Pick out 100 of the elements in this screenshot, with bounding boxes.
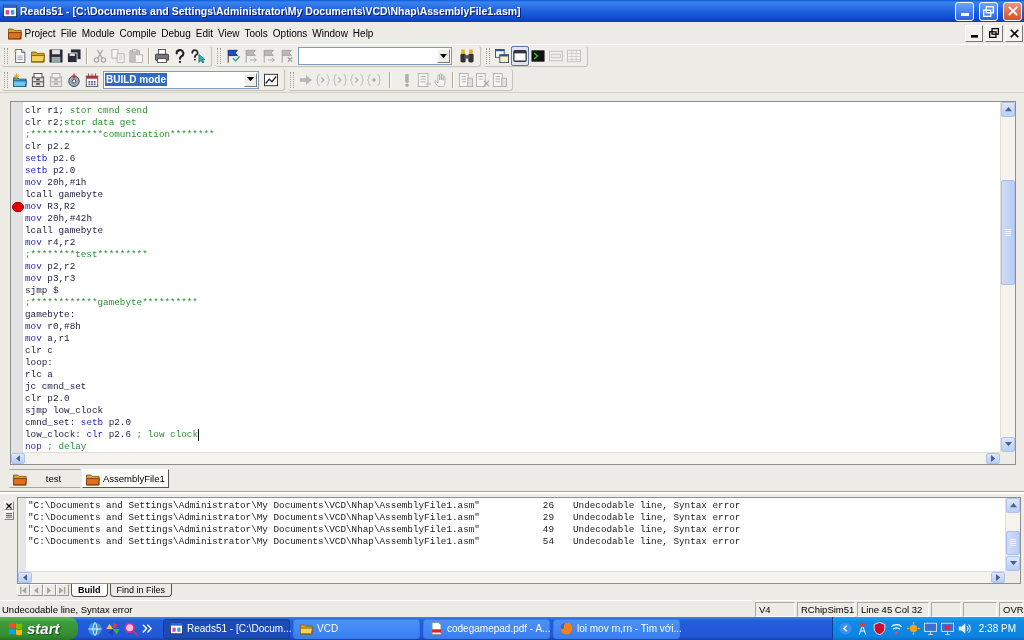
code-line: mov p3,r3 xyxy=(25,273,76,285)
menu-item[interactable]: Tools xyxy=(241,25,271,41)
dropdown-button[interactable] xyxy=(437,49,450,63)
chevron-left-icon[interactable] xyxy=(838,622,852,635)
bar-triangle-left-icon xyxy=(20,586,27,594)
error-message: Undecodable line, Syntax error xyxy=(573,500,742,512)
restore-button[interactable] xyxy=(985,24,1003,42)
horizontal-scrollbar[interactable] xyxy=(18,571,1005,583)
menu-item[interactable]: File xyxy=(58,25,80,41)
file-path: "C:\Documents and Settings\Administrator\My Documents\VCD\Nhap\AssemblyFile1.asm" xyxy=(28,500,481,512)
scroll-left-button[interactable] xyxy=(18,572,32,583)
code-line: loop: xyxy=(25,357,53,369)
line-number: 26 xyxy=(541,500,554,512)
menu-item[interactable]: Edit xyxy=(193,25,216,41)
vertical-scrollbar[interactable] xyxy=(1000,102,1015,452)
code-line: mov r4,r2 xyxy=(25,237,76,249)
code-line: nop ; delay xyxy=(25,441,87,452)
file-path: "C:\Documents and Settings\Administrator\My Documents\VCD\Nhap\AssemblyFile1.asm" xyxy=(28,524,481,536)
code-line: rlc a xyxy=(25,369,53,381)
code-line: sjmp low_clock xyxy=(25,405,104,417)
code-line: mov a,r1 xyxy=(25,333,70,345)
menu-item[interactable]: Debug xyxy=(158,25,194,41)
file-tab[interactable]: test xyxy=(9,469,81,488)
scroll-up-button[interactable] xyxy=(1006,498,1020,513)
globe-icon[interactable] xyxy=(88,621,102,636)
error-message: Undecodable line, Syntax error xyxy=(573,536,742,548)
double-chevron-icon[interactable] xyxy=(142,623,152,634)
scroll-up-button[interactable] xyxy=(1001,102,1015,117)
close-button[interactable] xyxy=(3,501,14,510)
code-line: low_clock: clr p2.6 ; low clock xyxy=(25,429,198,441)
status-pane xyxy=(963,601,997,617)
code-line: ;********test********* xyxy=(25,249,148,261)
folder-icon[interactable] xyxy=(8,26,22,40)
taskbar-button[interactable]: Reads51 - [C:\Docum... xyxy=(163,618,290,639)
close-button[interactable] xyxy=(1005,24,1023,42)
code-line: clr p2.0 xyxy=(25,393,70,405)
code-line: mov r0,#8h xyxy=(25,321,81,333)
scroll-down-button[interactable] xyxy=(1001,437,1015,452)
scroll-left-button[interactable] xyxy=(11,453,25,464)
clock: 2:38 PM xyxy=(978,623,1016,634)
triangle-right-icon xyxy=(47,586,52,594)
line-number: 49 xyxy=(541,524,554,536)
app-window-icon xyxy=(3,4,17,18)
menu-item[interactable]: View xyxy=(215,25,242,41)
pinwheel-icon[interactable] xyxy=(106,621,120,636)
status-pane: V4 xyxy=(755,601,795,617)
caret-left-icon xyxy=(22,574,28,581)
output-tab[interactable]: Build xyxy=(71,584,108,597)
menu-item[interactable]: Module xyxy=(79,25,118,41)
code-line: clr c xyxy=(25,345,53,357)
file-tab[interactable]: AssemblyFile1 xyxy=(82,469,169,488)
menu-item[interactable]: Help xyxy=(350,25,376,41)
speaker-icon[interactable] xyxy=(957,622,971,635)
menu-item[interactable]: Compile xyxy=(117,25,159,41)
horizontal-scrollbar[interactable] xyxy=(11,452,1000,464)
file-path: "C:\Documents and Settings\Administrator\My Documents\VCD\Nhap\AssemblyFile1.asm" xyxy=(28,536,481,548)
restore-icon xyxy=(989,28,999,38)
menu-item[interactable]: Project xyxy=(22,25,59,41)
triangle-left-icon xyxy=(34,586,39,594)
caret-right-icon xyxy=(995,574,1001,581)
menu-item[interactable]: Options xyxy=(270,25,310,41)
close-icon xyxy=(1007,6,1018,16)
breakpoint-icon[interactable] xyxy=(12,202,24,212)
build-mode-combo-box[interactable]: BUILD mode xyxy=(103,70,259,89)
scrollbar-corner xyxy=(1005,571,1020,583)
code-line: setb p2.0 xyxy=(25,165,76,177)
waving-flag-icon xyxy=(8,621,23,636)
code-line: mov p2,r2 xyxy=(25,261,76,273)
start-button[interactable]: start xyxy=(0,617,78,640)
close-icon xyxy=(5,502,12,509)
minimize-button[interactable] xyxy=(965,24,983,42)
folder-icon xyxy=(86,471,100,486)
vertical-scrollbar[interactable] xyxy=(1005,498,1020,571)
scroll-thumb[interactable] xyxy=(1001,180,1015,285)
document-icon xyxy=(430,622,443,635)
window-title: Reads51 - [C:\Documents and Settings\Administrator\My Documents\VCD\Nhap\AssemblyFile1.asm] xyxy=(20,5,522,17)
scroll-down-button[interactable] xyxy=(1006,556,1020,571)
search-icon[interactable] xyxy=(124,621,138,636)
globe-icon xyxy=(560,622,573,635)
code-line: clr r2;stor data get xyxy=(25,117,137,129)
scroll-right-button[interactable] xyxy=(991,572,1005,583)
dropdown-button[interactable] xyxy=(244,72,257,87)
restore-icon xyxy=(983,5,994,17)
code-line: ;************gamebyte********** xyxy=(25,297,198,309)
status-pane: RChipSim51 xyxy=(797,601,855,617)
monitor-icon[interactable] xyxy=(923,622,937,635)
close-icon xyxy=(1009,28,1019,38)
wireless-icon[interactable] xyxy=(889,622,903,635)
scrollbar-corner xyxy=(1000,452,1015,464)
code-line: mov R3,R2 xyxy=(25,201,76,213)
code-line: gamebyte: xyxy=(25,309,76,321)
status-message: Undecodable line, Syntax error xyxy=(2,603,134,615)
scroll-thumb[interactable] xyxy=(1006,531,1020,555)
menu-item[interactable]: Window xyxy=(309,25,351,41)
dock-button[interactable] xyxy=(3,511,14,520)
output-tab[interactable]: Find in Files xyxy=(109,584,172,597)
scroll-right-button[interactable] xyxy=(986,453,1000,464)
error-message: Undecodable line, Syntax error xyxy=(573,512,742,524)
monitor-cross-icon[interactable] xyxy=(940,622,954,635)
shield-icon[interactable] xyxy=(872,622,886,635)
